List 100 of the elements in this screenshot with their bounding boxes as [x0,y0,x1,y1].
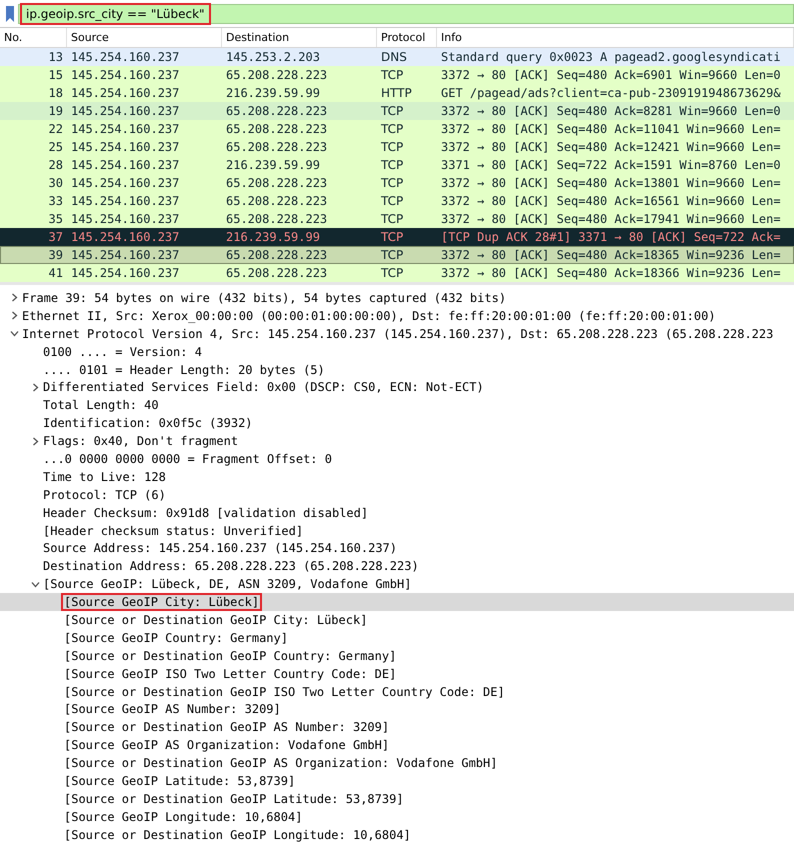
table-cell-text: 145.254.160.237 [70,248,180,262]
packet-row[interactable]: 18 145.254.160.237 216.239.59.99 HTTP GET /pagead/ads?client=ca-pub-2309191948673629& [0,84,794,102]
tree-row[interactable]: .... 0101 = Header Length: 20 bytes (5) [0,360,794,378]
table-cell-text: TCP [380,122,404,136]
tree-row[interactable]: [Source or Destination GeoIP City: Lübeck] [0,611,794,629]
table-cell-text: 22 [48,122,64,136]
tree-row[interactable]: [Header checksum status: Unverified] [0,522,794,540]
tree-item-text: [Source GeoIP Country: Germany] [64,630,288,645]
table-cell-text: 145.254.160.237 [70,158,180,172]
tree-row[interactable]: Frame 39: 54 bytes on wire (432 bits), 54 bytes captured (432 bits) [0,289,794,307]
tree-row[interactable]: Destination Address: 65.208.228.223 (65.208.228.223) [0,557,794,576]
tree-row[interactable]: [Source GeoIP AS Organization: Vodafone GmbH] [0,736,794,754]
tree-row[interactable]: [Source GeoIP City: Lübeck] [0,593,794,612]
table-cell-text: 145.254.160.237 [70,122,180,136]
display-filter-field[interactable]: ip.geoip.src_city == "Lübeck" [18,4,794,24]
tree-item-text: Identification: 0x0f5c (3932) [43,416,253,430]
tree-row[interactable]: Flags: 0x40, Don't fragment [0,432,794,450]
table-cell-text: 145.253.2.203 [225,50,321,64]
table-cell-text: 216.239.59.99 [225,158,321,172]
tree-item-text: Time to Live: 128 [43,470,166,484]
packet-row[interactable]: 37 145.254.160.237 216.239.59.99 TCP [TCP Dup ACK 28#1] 3371 → 80 [ACK] Seq=722 Ack= [0,228,794,246]
tree-row[interactable]: Internet Protocol Version 4, Src: 145.254.160.237 (145.254.160.237), Dst: 65.208.228.223 (65.208.228.223 [0,324,794,343]
packet-row[interactable]: 33 145.254.160.237 65.208.228.223 TCP 3372 → 80 [ACK] Seq=480 Ack=16561 Win=9660 Len= [0,192,794,210]
tree-row[interactable]: [Source GeoIP Latitude: 53,8739] [0,772,794,790]
packet-row[interactable]: 28 145.254.160.237 216.239.59.99 TCP 3371 → 80 [ACK] Seq=722 Ack=1591 Win=8760 Len=0 [0,156,794,174]
table-cell-text: 35 [48,212,64,226]
tree-row[interactable]: [Source GeoIP ISO Two Letter Country Code: DE] [0,664,794,683]
tree-row[interactable]: [Source or Destination GeoIP Latitude: 53,8739] [0,790,794,808]
packet-row[interactable]: 19 145.254.160.237 65.208.228.223 TCP 3372 → 80 [ACK] Seq=480 Ack=8281 Win=9660 Len=0 [0,102,794,120]
tree-row[interactable]: [Source or Destination GeoIP AS Number: 3209] [0,718,794,736]
tree-item-text: ...0 0000 0000 0000 = Fragment Offset: 0 [43,452,332,466]
tree-item-text: Ethernet II, Src: Xerox_00:00:00 (00:00:01:00:00:00), Dst: fe:ff:20:00:01:00 (fe:ff:20:00:01:00) [22,308,716,323]
tree-item-text: [Source or Destination GeoIP Longitude: 10,6804] [64,828,411,842]
table-cell-text: 65.208.228.223 [225,212,328,226]
tree-row[interactable]: ...0 0000 0000 0000 = Fragment Offset: 0 [0,450,794,468]
table-cell-text: 13 [48,50,64,64]
table-cell-text: TCP [380,140,404,154]
packet-row[interactable]: 25 145.254.160.237 65.208.228.223 TCP 3372 → 80 [ACK] Seq=480 Ack=12421 Win=9660 Len= [0,138,794,156]
tree-row[interactable]: [Source GeoIP: Lübeck, DE, ASN 3209, Vodafone GmbH] [0,575,794,594]
table-cell-text: 3372 → 80 [ACK] Seq=480 Ack=13801 Win=9660 Len= [440,176,782,190]
tree-row[interactable]: Header Checksum: 0x91d8 [validation disabled] [0,504,794,522]
chevron-down-icon[interactable] [10,329,18,338]
chevron-right-icon[interactable] [10,293,18,302]
table-cell-text: 15 [48,68,64,82]
column-header[interactable]: No. [0,28,67,47]
chevron-down-icon[interactable] [30,580,40,589]
table-cell-text: TCP [380,176,404,190]
tree-row[interactable]: Ethernet II, Src: Xerox_00:00:00 (00:00:01:00:00:00), Dst: fe:ff:20:00:01:00 (fe:ff:20:00:01:00) [0,306,794,325]
tree-row[interactable]: Source Address: 145.254.160.237 (145.254.160.237) [0,539,794,558]
tree-row[interactable]: [Source GeoIP AS Number: 3209] [0,700,794,718]
table-cell-text: 145.254.160.237 [70,86,180,100]
table-cell-text: 65.208.228.223 [225,194,328,208]
tree-item-text: 0100 .... = Version: 4 [43,344,202,359]
filter-text: ip.geoip.src_city == "Lübeck" [20,3,211,25]
tree-row[interactable]: Time to Live: 128 [0,468,794,486]
table-cell-text: 3372 → 80 [ACK] Seq=480 Ack=18365 Win=9236 Len= [440,248,782,262]
table-cell-text: 3372 → 80 [ACK] Seq=480 Ack=8281 Win=9660 Len=0 [440,104,782,118]
column-header[interactable]: Source [67,28,222,47]
tree-item-text: [Source or Destination GeoIP ISO Two Letter Country Code: DE] [64,684,505,699]
packet-row[interactable]: 22 145.254.160.237 65.208.228.223 TCP 3372 → 80 [ACK] Seq=480 Ack=11041 Win=9660 Len= [0,120,794,138]
table-cell-text: 145.254.160.237 [70,212,180,226]
tree-row[interactable]: [Source GeoIP Country: Germany] [0,628,794,647]
table-cell-text: 3372 → 80 [ACK] Seq=480 Ack=12421 Win=9660 Len= [440,140,782,154]
chevron-right-icon[interactable] [30,382,40,392]
table-cell-text: 3372 → 80 [ACK] Seq=480 Ack=17941 Win=9660 Len= [440,212,782,226]
tree-row[interactable]: 0100 .... = Version: 4 [0,342,794,361]
tree-row[interactable]: Protocol: TCP (6) [0,486,794,504]
tree-row[interactable]: [Source GeoIP Longitude: 10,6804] [0,808,794,826]
packet-row[interactable]: 41 145.254.160.237 65.208.228.223 TCP 3372 → 80 [ACK] Seq=480 Ack=18366 Win=9236 Len= [0,264,794,282]
packet-row[interactable]: 30 145.254.160.237 65.208.228.223 TCP 3372 → 80 [ACK] Seq=480 Ack=13801 Win=9660 Len= [0,174,794,192]
chevron-right-icon[interactable] [30,436,40,446]
table-cell-text: 19 [48,104,64,118]
table-cell-text: 145.254.160.237 [70,104,180,118]
column-header[interactable]: Protocol [377,28,437,47]
table-cell-text: 65.208.228.223 [225,248,328,262]
tree-item-text: [Source GeoIP AS Organization: Vodafone GmbH] [64,738,390,752]
tree-row[interactable]: Total Length: 40 [0,396,794,414]
packet-row[interactable]: 15 145.254.160.237 65.208.228.223 TCP 3372 → 80 [ACK] Seq=480 Ack=6901 Win=9660 Len=0 [0,66,794,84]
table-cell-text: TCP [380,194,404,208]
packet-row[interactable]: 35 145.254.160.237 65.208.228.223 TCP 3372 → 80 [ACK] Seq=480 Ack=17941 Win=9660 Len= [0,210,794,228]
table-cell-text: 145.254.160.237 [70,230,180,244]
packet-row[interactable]: 39 145.254.160.237 65.208.228.223 TCP 3372 → 80 [ACK] Seq=480 Ack=18365 Win=9236 Len= [0,246,794,264]
tree-row[interactable]: Identification: 0x0f5c (3932) [0,414,794,432]
tree-item-text: Destination Address: 65.208.228.223 (65.208.228.223) [43,559,419,574]
tree-item-text: [Source or Destination GeoIP AS Number: 3209] [64,720,390,734]
packet-row[interactable]: 13 145.254.160.237 145.253.2.203 DNS Standard query 0x0023 A pagead2.googlesyndicati [0,48,794,66]
table-cell-text: 145.254.160.237 [70,176,180,190]
tree-row[interactable]: Differentiated Services Field: 0x00 (DSCP: CS0, ECN: Not-ECT) [0,378,794,396]
chevron-right-icon[interactable] [10,311,18,320]
table-cell-text: 65.208.228.223 [225,266,328,280]
tree-row[interactable]: [Source or Destination GeoIP Longitude: 10,6804] [0,826,794,842]
table-cell-text: 65.208.228.223 [225,140,328,154]
tree-row[interactable]: [Source or Destination GeoIP AS Organization: Vodafone GmbH] [0,754,794,772]
tree-item-text: Header Checksum: 0x91d8 [validation disabled] [43,506,368,520]
column-header[interactable]: Info [437,28,794,47]
bookmark-icon[interactable] [6,6,14,22]
tree-item-text: Differentiated Services Field: 0x00 (DSCP: CS0, ECN: Not-ECT) [43,380,484,394]
column-header[interactable]: Destination [222,28,377,47]
tree-row[interactable]: [Source or Destination GeoIP Country: Germany] [0,646,794,665]
tree-row[interactable]: [Source or Destination GeoIP ISO Two Letter Country Code: DE] [0,682,794,700]
